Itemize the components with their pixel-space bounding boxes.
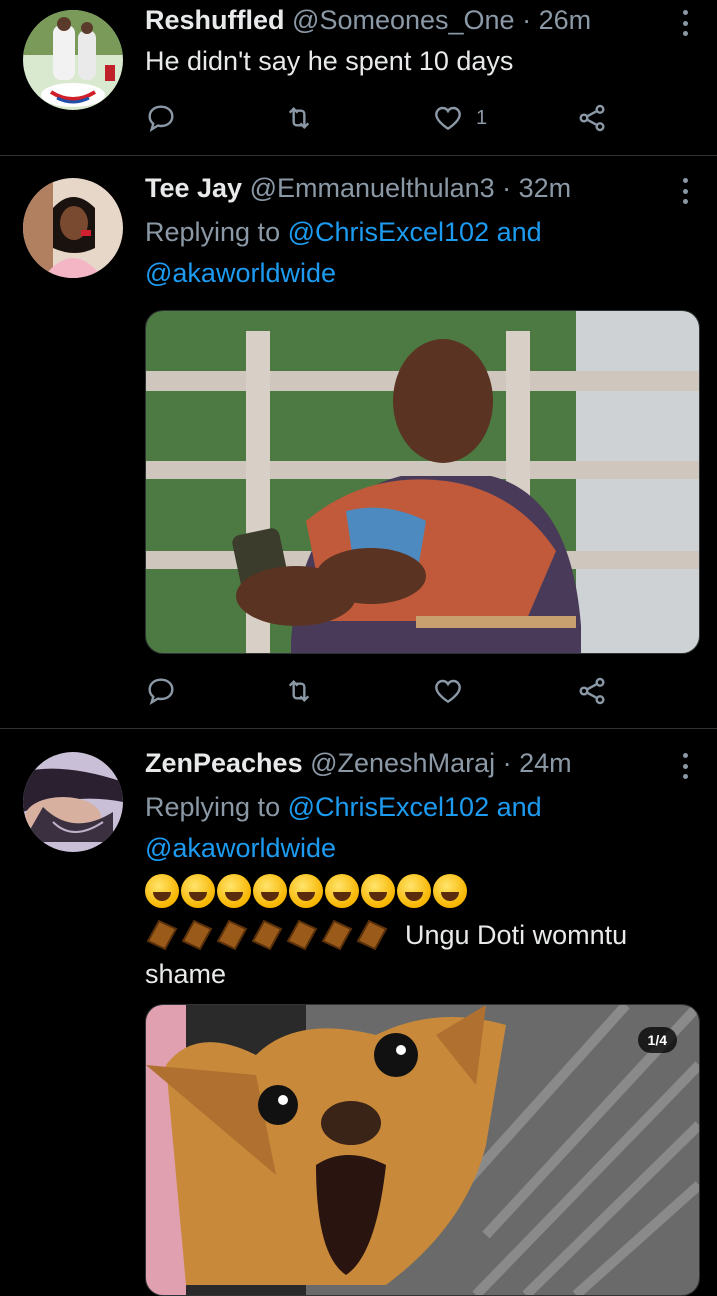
coffin-emoji-icon	[286, 919, 318, 951]
timestamp: · 26m	[522, 5, 592, 35]
rofl-emoji-icon	[217, 874, 251, 908]
share-button[interactable]	[576, 673, 608, 709]
reply-and[interactable]: and	[489, 792, 542, 822]
more-icon[interactable]	[681, 178, 689, 204]
replying-prefix: Replying to	[145, 792, 288, 822]
display-name[interactable]: Tee Jay	[145, 173, 242, 203]
tweet-text-continued: shame	[145, 959, 227, 989]
replying-to: Replying to @ChrisExcel102 and @akaworld…	[145, 787, 687, 869]
reply-link-chrisexcel[interactable]: @ChrisExcel102	[288, 792, 490, 822]
like-button[interactable]	[432, 673, 464, 709]
timestamp: · 32m	[502, 173, 572, 203]
more-icon[interactable]	[681, 753, 689, 779]
coffin-emoji-icon	[216, 919, 248, 951]
emoji-row-coffins	[145, 917, 389, 951]
display-name[interactable]: Reshuffled	[145, 5, 285, 35]
coffin-emoji-icon	[251, 919, 283, 951]
rofl-emoji-icon	[181, 874, 215, 908]
retweet-icon	[283, 102, 315, 134]
reply-link-chrisexcel[interactable]: @ChrisExcel102	[288, 217, 490, 247]
reply-link-akaworldwide[interactable]: @akaworldwide	[145, 258, 336, 288]
avatar[interactable]	[23, 752, 123, 852]
action-bar: 1	[145, 100, 625, 136]
reply-button[interactable]	[145, 100, 177, 136]
timestamp: · 24m	[502, 748, 572, 778]
tweet-header: ZenPeaches @ZeneshMaraj · 24m	[145, 747, 657, 779]
share-icon	[576, 102, 608, 134]
like-icon	[432, 102, 464, 134]
share-button[interactable]	[576, 100, 608, 136]
reply-icon	[145, 675, 177, 707]
replying-prefix: Replying to	[145, 217, 288, 247]
tweet-photo[interactable]	[145, 310, 700, 654]
tweet-header: Reshuffled @Someones_One · 26m	[145, 4, 657, 36]
user-handle[interactable]: @Someones_One	[292, 5, 515, 35]
tweet-text: He didn't say he spent 10 days	[145, 46, 514, 76]
tweet-text: Ungu Doti womntu	[405, 920, 628, 950]
grin-sweat-emoji-icon	[361, 874, 395, 908]
share-icon	[576, 675, 608, 707]
retweet-icon	[283, 675, 315, 707]
grin-sweat-emoji-icon	[397, 874, 431, 908]
coffin-emoji-icon	[146, 919, 178, 951]
rofl-emoji-icon	[145, 874, 179, 908]
tweet-zenpeaches[interactable]: ZenPeaches @ZeneshMaraj · 24m Replying t…	[0, 729, 717, 1296]
like-icon	[432, 675, 464, 707]
like-count: 1	[476, 106, 488, 129]
coffin-emoji-icon	[321, 919, 353, 951]
grin-sweat-emoji-icon	[325, 874, 359, 908]
reply-button[interactable]	[145, 673, 177, 709]
action-bar	[145, 673, 625, 709]
user-handle[interactable]: @Emmanuelthulan3	[250, 173, 495, 203]
tweet-reshuffled[interactable]: Reshuffled @Someones_One · 26m He didn't…	[0, 0, 717, 156]
rofl-emoji-icon	[253, 874, 287, 908]
more-icon[interactable]	[681, 10, 689, 36]
media-counter-badge: 1/4	[637, 1027, 677, 1053]
like-button[interactable]: 1	[432, 100, 487, 136]
display-name[interactable]: ZenPeaches	[145, 748, 303, 778]
replying-to: Replying to @ChrisExcel102 and @akaworld…	[145, 212, 687, 294]
coffin-emoji-icon	[181, 919, 213, 951]
retweet-button[interactable]	[283, 673, 315, 709]
reply-and[interactable]: and	[489, 217, 542, 247]
retweet-button[interactable]	[283, 100, 315, 136]
emoji-row-laughing	[145, 874, 467, 908]
tweet-tee-jay[interactable]: Tee Jay @Emmanuelthulan3 · 32m Replying …	[0, 156, 717, 729]
reply-icon	[145, 102, 177, 134]
tweet-photo[interactable]: 1/4	[145, 1004, 700, 1296]
avatar[interactable]	[23, 10, 123, 110]
avatar[interactable]	[23, 178, 123, 278]
grin-sweat-emoji-icon	[289, 874, 323, 908]
coffin-emoji-icon	[356, 919, 388, 951]
reply-link-akaworldwide[interactable]: @akaworldwide	[145, 833, 336, 863]
grin-sweat-emoji-icon	[433, 874, 467, 908]
tweet-header: Tee Jay @Emmanuelthulan3 · 32m	[145, 172, 657, 204]
user-handle[interactable]: @ZeneshMaraj	[310, 748, 495, 778]
